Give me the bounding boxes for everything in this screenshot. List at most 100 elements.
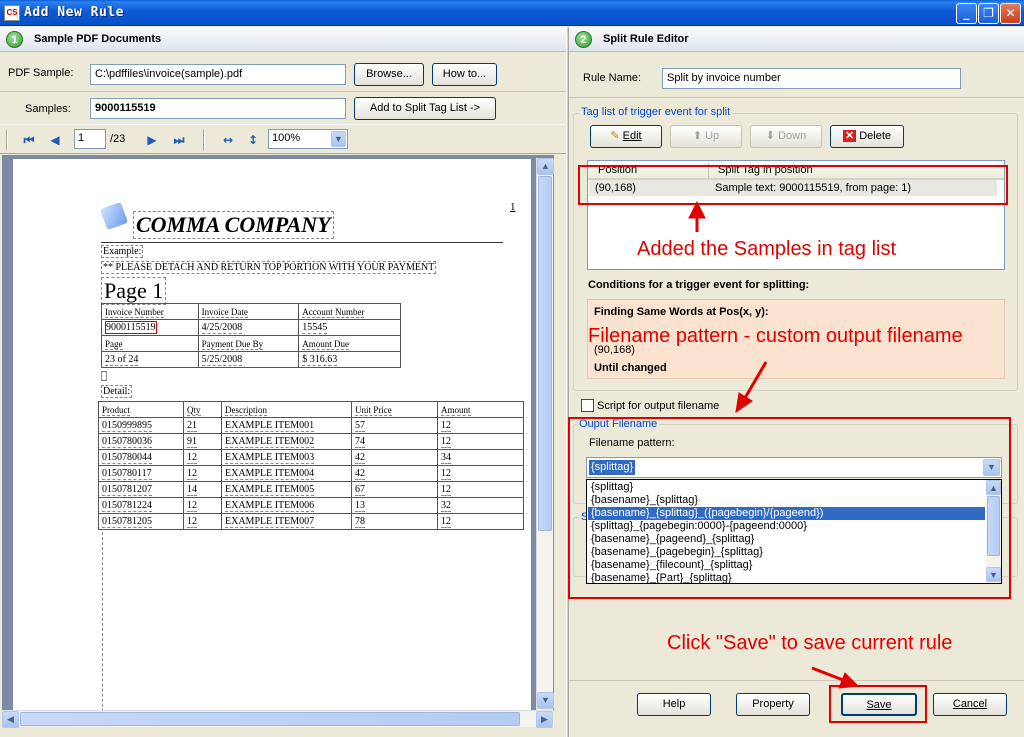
example-label: Example: [101, 245, 144, 258]
up-arrow-icon: ⬆ [692, 130, 703, 142]
table-cell: 23 of 24 [105, 354, 139, 366]
fit-height-icon[interactable]: ↕ [244, 132, 262, 148]
right-panel-header: 2 Split Rule Editor [569, 27, 1024, 52]
table-cell: 5/25/2008 [201, 354, 243, 366]
help-button[interactable]: Help [637, 693, 711, 716]
next-page-icon[interactable]: ▶ [143, 132, 161, 148]
down-label: Down [778, 130, 807, 142]
how-to-button[interactable]: How to... [432, 63, 497, 86]
arrow-to-save [811, 666, 844, 682]
left-panel-title: Sample PDF Documents [34, 33, 162, 45]
samples-input[interactable]: 9000115519 [90, 98, 346, 119]
add-to-split-tag-list-button[interactable]: Add to Split Tag List -> [354, 97, 496, 120]
zoom-dropdown-icon[interactable]: ▼ [331, 131, 346, 147]
company-name: COMMA COMPANY [133, 211, 334, 239]
table-row: Page Payment Due By Amount Due [101, 335, 401, 352]
edit-label: Edit [622, 130, 642, 142]
pdf-sample-input[interactable]: C:\pdffiles\invoice(sample).pdf [90, 64, 346, 85]
step-number-icon: 2 [575, 31, 592, 48]
last-page-icon[interactable]: ⏭ [170, 132, 188, 148]
edit-button[interactable]: ✎ Edit [590, 125, 662, 148]
script-checkbox[interactable] [581, 399, 594, 412]
arrowhead [735, 392, 753, 414]
property-button[interactable]: Property [736, 693, 810, 716]
scroll-right-icon[interactable]: ▶ [536, 711, 553, 728]
step-number-icon: 1 [6, 31, 23, 48]
table-cell: Amount Due [302, 338, 349, 350]
previous-page-icon[interactable]: ◀ [46, 132, 64, 148]
table-row: 0150780117 12 EXAMPLE ITEM004 42 12 [98, 465, 524, 482]
scrollbar-thumb[interactable] [20, 712, 520, 726]
minimize-button[interactable]: _ [956, 3, 977, 24]
finding-same-words-label: Finding Same Words at Pos(x, y): [594, 306, 769, 318]
annotation-box-save [829, 685, 927, 723]
close-button[interactable]: ✕ [1000, 3, 1021, 24]
table-row: 0150999895 21 EXAMPLE ITEM001 57 12 [98, 417, 524, 434]
annotation-filename-pattern: Filename pattern - custom output filenam… [588, 325, 963, 347]
left-panel-header: 1 Sample PDF Documents [0, 27, 566, 52]
window-title: Add New Rule [24, 5, 124, 20]
scroll-left-icon[interactable]: ◀ [2, 711, 19, 728]
table-cell: Payment Due By [201, 338, 264, 350]
detail-label: Detail: [101, 385, 133, 398]
delete-icon: ✕ [842, 130, 857, 142]
scroll-down-icon[interactable]: ▼ [537, 692, 554, 709]
down-button[interactable]: ⬇ Down [750, 125, 822, 148]
page-number-input[interactable]: 1 [74, 129, 106, 149]
viewer-horizontal-scrollbar[interactable]: ◀ ▶ [2, 710, 554, 728]
cancel-button[interactable]: Cancel [933, 693, 1007, 716]
until-changed-label: Until changed [594, 362, 667, 374]
pdf-sample-label: PDF Sample: [8, 67, 74, 79]
annotation-box-output-filename [568, 417, 1011, 599]
title-bar: CS Add New Rule _ ❐ ✕ [0, 0, 1024, 26]
delete-button[interactable]: ✕ Delete [830, 125, 904, 148]
script-checkbox-label: Script for output filename [597, 400, 720, 412]
right-panel-title: Split Rule Editor [603, 33, 689, 45]
edit-icon: ✎ [610, 130, 620, 142]
delete-label: Delete [859, 130, 892, 142]
invoice-number-cell: 9000115519 [105, 321, 157, 334]
table-row: 0150781207 14 EXAMPLE ITEM005 67 12 [98, 481, 524, 498]
instruction-text: ** PLEASE DETACH AND RETURN TOP PORTION … [101, 261, 437, 274]
up-button[interactable]: ⬆ Up [670, 125, 742, 148]
rule-name-label: Rule Name: [583, 72, 642, 84]
annotation-click-save: Click "Save" to save current rule [667, 632, 953, 654]
annotation-box-tag-list [578, 165, 1008, 205]
table-cell: Invoice Number [105, 306, 164, 318]
page-total: /23 [110, 133, 126, 145]
table-cell: Account Number [302, 306, 365, 318]
scrollbar-thumb[interactable] [538, 176, 552, 531]
table-row: Invoice Number Invoice Date Account Numb… [101, 303, 401, 320]
table-cell: Page [105, 338, 123, 350]
table-cell: 15545 [302, 322, 328, 334]
table-header-row: Product Qty Description Unit Price Amoun… [98, 401, 524, 418]
company-logo-icon [99, 201, 129, 231]
table-cell: 4/25/2008 [201, 322, 243, 334]
panel-splitter[interactable] [566, 27, 569, 737]
up-label: Up [705, 130, 720, 142]
table-row: 0150780036 91 EXAMPLE ITEM002 74 12 [98, 433, 524, 450]
pdf-page: COMMA COMPANY 1 Example: ** PLEASE DETAC… [13, 159, 531, 727]
viewer-vertical-scrollbar[interactable]: ▲ ▼ [536, 158, 554, 710]
pdf-viewer[interactable]: COMMA COMPANY 1 Example: ** PLEASE DETAC… [2, 155, 554, 727]
rule-name-input[interactable]: Split by invoice number [662, 68, 961, 89]
table-cell: $ 316.63 [302, 354, 338, 366]
cancel-label: Cancel [952, 698, 988, 710]
table-row: 9000115519 4/25/2008 15545 [101, 319, 401, 336]
zoom-value: 100% [272, 132, 301, 144]
scroll-up-icon[interactable]: ▲ [537, 158, 554, 175]
viewer-toolbar: ⏮ ◀ 1 /23 ▶ ⏭ ↔ ↕ 100% ▼ [0, 124, 566, 154]
zoom-select[interactable]: 100% ▼ [268, 129, 348, 149]
browse-button[interactable]: Browse... [354, 63, 424, 86]
detail-table: Product Qty Description Unit Price Amoun… [98, 401, 524, 530]
table-cell: Invoice Date [201, 306, 248, 318]
maximize-button[interactable]: ❐ [978, 3, 999, 24]
table-row: 0150780044 12 EXAMPLE ITEM003 42 34 [98, 449, 524, 466]
first-page-icon[interactable]: ⏮ [20, 132, 38, 148]
page-heading: Page 1 [101, 277, 167, 305]
invoice-summary-table: Invoice Number Invoice Date Account Numb… [101, 303, 401, 368]
corner-number: 1 [510, 201, 516, 213]
table-row: 0150781224 12 EXAMPLE ITEM006 13 32 [98, 497, 524, 514]
app-icon: CS [4, 5, 20, 21]
fit-width-icon[interactable]: ↔ [219, 132, 237, 148]
